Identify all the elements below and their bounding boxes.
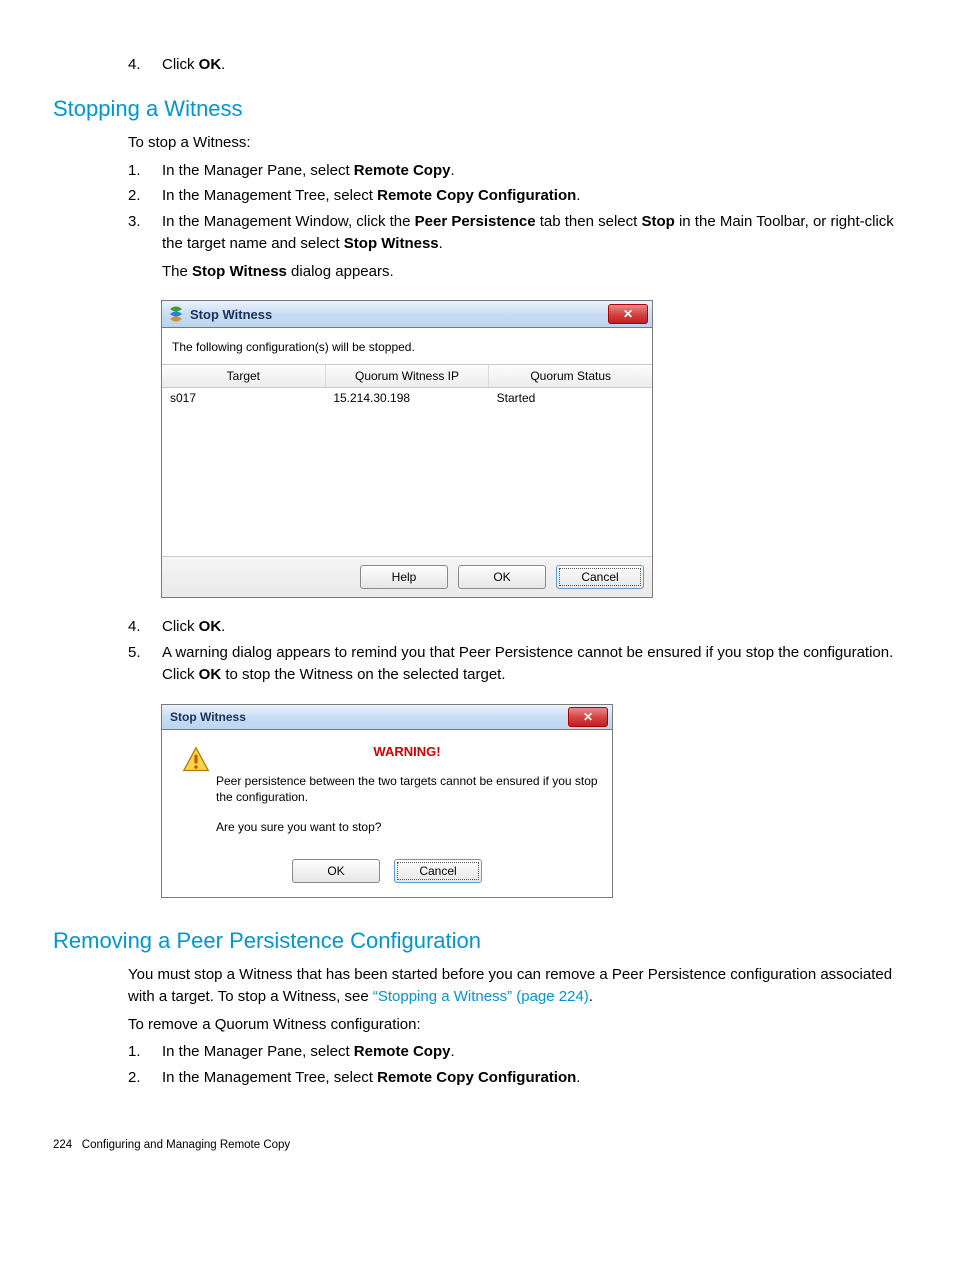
list-number: 5. (128, 642, 162, 686)
text: to stop the Witness on the selected targ… (221, 666, 505, 683)
close-button[interactable]: ✕ (608, 304, 648, 324)
list-item: 1. In the Manager Pane, select Remote Co… (128, 1041, 901, 1063)
list-number: 4. (128, 54, 162, 76)
ok-button[interactable]: OK (458, 565, 546, 589)
text: . (576, 187, 580, 204)
warning-heading: WARNING! (216, 744, 598, 759)
ok-button[interactable]: OK (292, 859, 380, 883)
cell-status: Started (489, 391, 652, 405)
dialog-content: WARNING! Peer persistence between the tw… (162, 730, 612, 856)
text: . (221, 56, 225, 73)
list-item: 3. In the Management Window, click the P… (128, 211, 901, 282)
text-bold: Remote Copy (354, 1043, 451, 1060)
dialog-titlebar[interactable]: Stop Witness ✕ (162, 705, 612, 730)
cancel-button[interactable]: Cancel (556, 565, 644, 589)
list-number: 2. (128, 185, 162, 207)
text: Click (162, 618, 199, 635)
text: . (450, 162, 454, 179)
table-header: Target Quorum Witness IP Quorum Status (162, 364, 652, 388)
text: dialog appears. (287, 263, 394, 280)
text: In the Management Window, click the (162, 213, 415, 230)
dialog-footer: Help OK Cancel (162, 556, 652, 597)
list-item: 4. Click OK. (128, 54, 901, 76)
table-row[interactable]: s017 15.214.30.198 Started (162, 388, 652, 408)
text: In the Manager Pane, select (162, 1043, 354, 1060)
stop-witness-warning-dialog: Stop Witness ✕ WARNING! Peer persistence… (161, 704, 613, 899)
list-item: 5. A warning dialog appears to remind yo… (128, 642, 901, 686)
paragraph: You must stop a Witness that has been st… (128, 964, 901, 1008)
text: tab then select (536, 213, 642, 230)
section-body: To stop a Witness: 1. In the Manager Pan… (128, 132, 901, 283)
cancel-button[interactable]: Cancel (394, 859, 482, 883)
column-header-status[interactable]: Quorum Status (489, 365, 652, 387)
section-heading: Removing a Peer Persistence Configuratio… (53, 928, 901, 954)
section-heading: Stopping a Witness (53, 96, 901, 122)
dialog-titlebar[interactable]: Stop Witness ✕ (162, 301, 652, 328)
text: In the Management Tree, select (162, 187, 377, 204)
text-bold: Remote Copy Configuration (377, 1069, 576, 1086)
text-bold: Remote Copy (354, 162, 451, 179)
section-body: You must stop a Witness that has been st… (128, 964, 901, 1089)
text-bold: OK (199, 56, 222, 73)
list-number: 3. (128, 211, 162, 282)
step-list-after-dialog: 4. Click OK. 5. A warning dialog appears… (128, 616, 901, 685)
text: . (589, 988, 593, 1005)
text-bold: Remote Copy Configuration (377, 187, 576, 204)
cell-ip: 15.214.30.198 (325, 391, 488, 405)
list-number: 1. (128, 160, 162, 182)
list-number: 1. (128, 1041, 162, 1063)
close-icon: ✕ (623, 308, 633, 320)
cell-target: s017 (162, 391, 325, 405)
text: . (439, 235, 443, 252)
cross-reference-link[interactable]: “Stopping a Witness” (page 224) (373, 988, 589, 1005)
text-bold: Stop (641, 213, 674, 230)
page-number: 224 (53, 1139, 72, 1151)
list-number: 2. (128, 1067, 162, 1089)
step-list-top: 4. Click OK. (128, 54, 901, 76)
dialog-message: The following configuration(s) will be s… (162, 328, 652, 364)
column-header-target[interactable]: Target (162, 365, 326, 387)
text-bold: Peer Persistence (415, 213, 536, 230)
text: In the Manager Pane, select (162, 162, 354, 179)
list-item: 4. Click OK. (128, 616, 901, 638)
list-body: Click OK. (162, 54, 901, 76)
close-icon: ✕ (583, 711, 593, 723)
text: . (450, 1043, 454, 1060)
column-header-ip[interactable]: Quorum Witness IP (326, 365, 490, 387)
dialog-title: Stop Witness (190, 307, 608, 322)
dialog-body: WARNING! Peer persistence between the tw… (216, 744, 598, 850)
text: . (221, 618, 225, 635)
app-icon (168, 306, 184, 322)
table-body: s017 15.214.30.198 Started (162, 388, 652, 556)
page-footer: 224 Configuring and Managing Remote Copy (53, 1139, 901, 1151)
list-item: 2. In the Management Tree, select Remote… (128, 185, 901, 207)
help-button[interactable]: Help (360, 565, 448, 589)
text-bold: OK (199, 666, 222, 683)
text-bold: Stop Witness (192, 263, 287, 280)
warning-message-1: Peer persistence between the two targets… (216, 773, 598, 805)
list-item: 2. In the Management Tree, select Remote… (128, 1067, 901, 1089)
chapter-title: Configuring and Managing Remote Copy (82, 1139, 290, 1151)
dialog-footer: OK Cancel (162, 855, 612, 897)
text: The (162, 263, 192, 280)
list-number: 4. (128, 616, 162, 638)
close-button[interactable]: ✕ (568, 707, 608, 727)
dialog-title: Stop Witness (170, 710, 568, 724)
intro-text: To remove a Quorum Witness configuration… (128, 1014, 901, 1036)
text-bold: OK (199, 618, 222, 635)
text-bold: Stop Witness (344, 235, 439, 252)
intro-text: To stop a Witness: (128, 132, 901, 154)
text: . (576, 1069, 580, 1086)
warning-message-2: Are you sure you want to stop? (216, 819, 598, 835)
text: In the Management Tree, select (162, 1069, 377, 1086)
list-item: 1. In the Manager Pane, select Remote Co… (128, 160, 901, 182)
text: Click (162, 56, 199, 73)
warning-icon (176, 744, 216, 850)
stop-witness-dialog: Stop Witness ✕ The following configurati… (161, 300, 653, 598)
